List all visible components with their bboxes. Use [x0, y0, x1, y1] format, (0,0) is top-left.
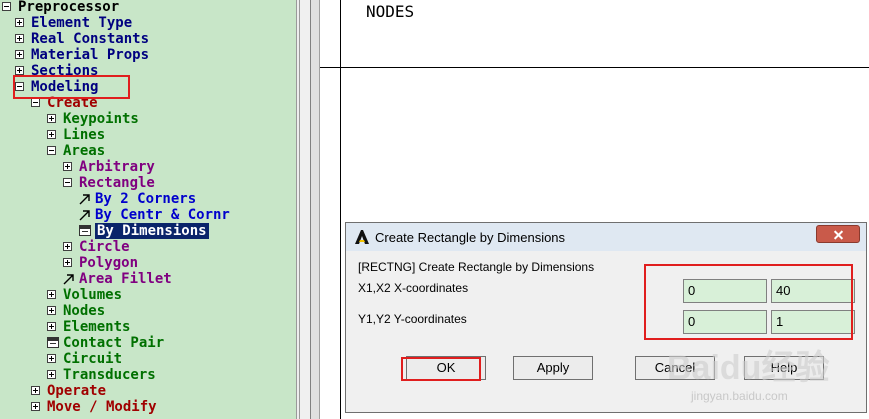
command-label: [RECTNG] Create Rectangle by Dimensions — [358, 260, 595, 274]
dialog-icon — [47, 337, 59, 348]
tree-item-label: Operate — [47, 383, 107, 399]
tree-item-label: Circle — [79, 239, 130, 255]
collapse-icon[interactable] — [47, 146, 56, 155]
expand-icon[interactable] — [47, 130, 56, 139]
expand-icon[interactable] — [47, 290, 56, 299]
create-rectangle-dialog: Create Rectangle by Dimensions [RECTNG] … — [345, 222, 867, 413]
pane-splitter[interactable] — [310, 0, 320, 419]
collapse-icon[interactable] — [2, 2, 11, 11]
expand-icon[interactable] — [31, 402, 40, 411]
y1-input[interactable]: 0 — [683, 310, 767, 334]
x1-input[interactable]: 0 — [683, 279, 767, 303]
ansys-logo-icon — [355, 230, 369, 244]
expand-icon[interactable] — [15, 50, 24, 59]
tree-item-label: Sections — [31, 63, 99, 79]
tree-item-label: Arbitrary — [79, 159, 155, 175]
tree-item-label: Elements — [63, 319, 131, 335]
pick-arrow-icon — [63, 274, 74, 285]
expand-icon[interactable] — [15, 66, 24, 75]
close-button[interactable] — [816, 225, 860, 243]
expand-icon[interactable] — [47, 322, 56, 331]
output-text: NODES — [366, 2, 415, 21]
x-coordinates-label: X1,X2 X-coordinates — [358, 281, 469, 295]
expand-icon[interactable] — [63, 162, 72, 171]
apply-button[interactable]: Apply — [513, 356, 593, 380]
tree-item-label: Polygon — [79, 255, 139, 271]
help-button[interactable]: Help — [744, 356, 824, 380]
tree-item-label: Contact Pair — [63, 335, 165, 351]
tree-item-label: Transducers — [63, 367, 156, 383]
pick-arrow-icon — [79, 194, 90, 205]
tree-item-label: Real Constants — [31, 31, 150, 47]
dialog-title: Create Rectangle by Dimensions — [375, 230, 566, 245]
tree-item-label: Preprocessor — [18, 0, 120, 15]
expand-icon[interactable] — [63, 258, 72, 267]
tree-item-label: By Dimensions — [95, 223, 209, 239]
ok-button[interactable]: OK — [406, 356, 486, 380]
tree-item-label: By 2 Corners — [95, 191, 197, 207]
dialog-icon — [79, 225, 91, 236]
tree-item-label: Keypoints — [63, 111, 139, 127]
tree-item-label: Nodes — [63, 303, 106, 319]
collapse-icon[interactable] — [15, 82, 24, 91]
expand-icon[interactable] — [63, 242, 72, 251]
expand-icon[interactable] — [15, 34, 24, 43]
tree-item-label: Volumes — [63, 287, 123, 303]
expand-icon[interactable] — [47, 114, 56, 123]
tree-item-label: Element Type — [31, 15, 133, 31]
expand-icon[interactable] — [47, 354, 56, 363]
collapse-icon[interactable] — [63, 178, 72, 187]
x2-input[interactable]: 40 — [771, 279, 855, 303]
y-coordinates-label: Y1,Y2 Y-coordinates — [358, 312, 467, 326]
tree-item-label: Lines — [63, 127, 106, 143]
dialog-titlebar[interactable]: Create Rectangle by Dimensions — [346, 223, 866, 251]
tree-item-label: Create — [47, 95, 98, 111]
tree-item-label: By Centr & Cornr — [95, 207, 230, 223]
pick-arrow-icon — [79, 210, 90, 221]
expand-icon[interactable] — [31, 386, 40, 395]
border-line — [320, 67, 869, 68]
preprocessor-tree[interactable]: Preprocessor Element Type Real Constants… — [0, 0, 296, 419]
expand-icon[interactable] — [47, 306, 56, 315]
tree-item-label: Rectangle — [79, 175, 155, 191]
expand-icon[interactable] — [47, 370, 56, 379]
tree-item-label: Move / Modify — [47, 399, 157, 415]
expand-icon[interactable] — [15, 18, 24, 27]
y2-input[interactable]: 1 — [771, 310, 855, 334]
pane-gap — [300, 0, 310, 419]
tree-item-label: Circuit — [63, 351, 123, 367]
collapse-icon[interactable] — [31, 98, 40, 107]
border-line — [340, 0, 341, 419]
tree-item-label: Area Fillet — [79, 271, 172, 287]
tree-item-label: Material Props — [31, 47, 150, 63]
tree-item-label: Modeling — [31, 79, 99, 95]
cancel-button[interactable]: Cancel — [635, 356, 715, 380]
tree-item-label: Areas — [63, 143, 106, 159]
